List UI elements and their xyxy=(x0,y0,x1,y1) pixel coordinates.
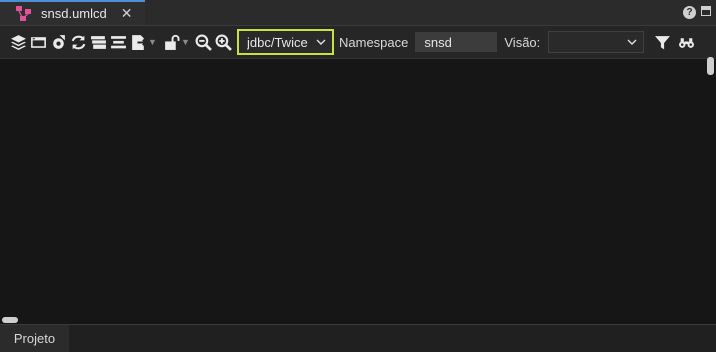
export-dropdown-icon[interactable]: ▼ xyxy=(148,32,157,52)
help-icon[interactable]: ? xyxy=(683,6,696,19)
diagram-canvas[interactable] xyxy=(0,59,716,324)
refresh-icon[interactable] xyxy=(68,32,88,52)
chevron-down-icon xyxy=(627,35,637,50)
export-icon[interactable] xyxy=(128,32,148,52)
uml-diagram-icon xyxy=(13,3,35,25)
zoom-in-icon[interactable] xyxy=(213,32,233,52)
editor-tab[interactable]: snsd.umlcd ✕ xyxy=(0,0,145,25)
connection-select[interactable]: jdbc/Twice xyxy=(237,29,334,55)
chevron-down-icon xyxy=(316,35,326,50)
diagram-toolbar: ▼ ▼ jdbc/Twice Namespace Visão: xyxy=(0,26,716,59)
view-label: Visão: xyxy=(504,34,541,50)
tab-label: snsd.umlcd xyxy=(41,6,107,21)
editor-tab-bar: snsd.umlcd ✕ ? xyxy=(0,0,716,26)
window-icon[interactable] xyxy=(28,32,48,52)
filter-icon[interactable] xyxy=(652,32,672,52)
align-center-icon[interactable] xyxy=(108,32,128,52)
tab-projeto[interactable]: Projeto xyxy=(0,325,69,352)
vertical-scrollbar[interactable] xyxy=(707,57,714,75)
cards-icon[interactable] xyxy=(88,32,108,52)
lock-dropdown-icon[interactable]: ▼ xyxy=(181,32,190,52)
maximize-icon[interactable] xyxy=(701,6,711,16)
settings-refresh-icon[interactable] xyxy=(48,32,68,52)
namespace-input[interactable] xyxy=(415,32,498,52)
bottom-panel-bar: Projeto xyxy=(0,324,716,352)
unlock-icon[interactable] xyxy=(161,32,181,52)
namespace-label: Namespace xyxy=(339,34,409,50)
connection-value: jdbc/Twice xyxy=(247,34,308,50)
zoom-out-icon[interactable] xyxy=(193,32,213,52)
horizontal-scrollbar[interactable] xyxy=(2,317,18,323)
view-select[interactable] xyxy=(548,31,645,53)
binoculars-icon[interactable] xyxy=(676,32,696,52)
close-icon[interactable]: ✕ xyxy=(121,5,133,22)
layers-icon[interactable] xyxy=(8,32,28,52)
